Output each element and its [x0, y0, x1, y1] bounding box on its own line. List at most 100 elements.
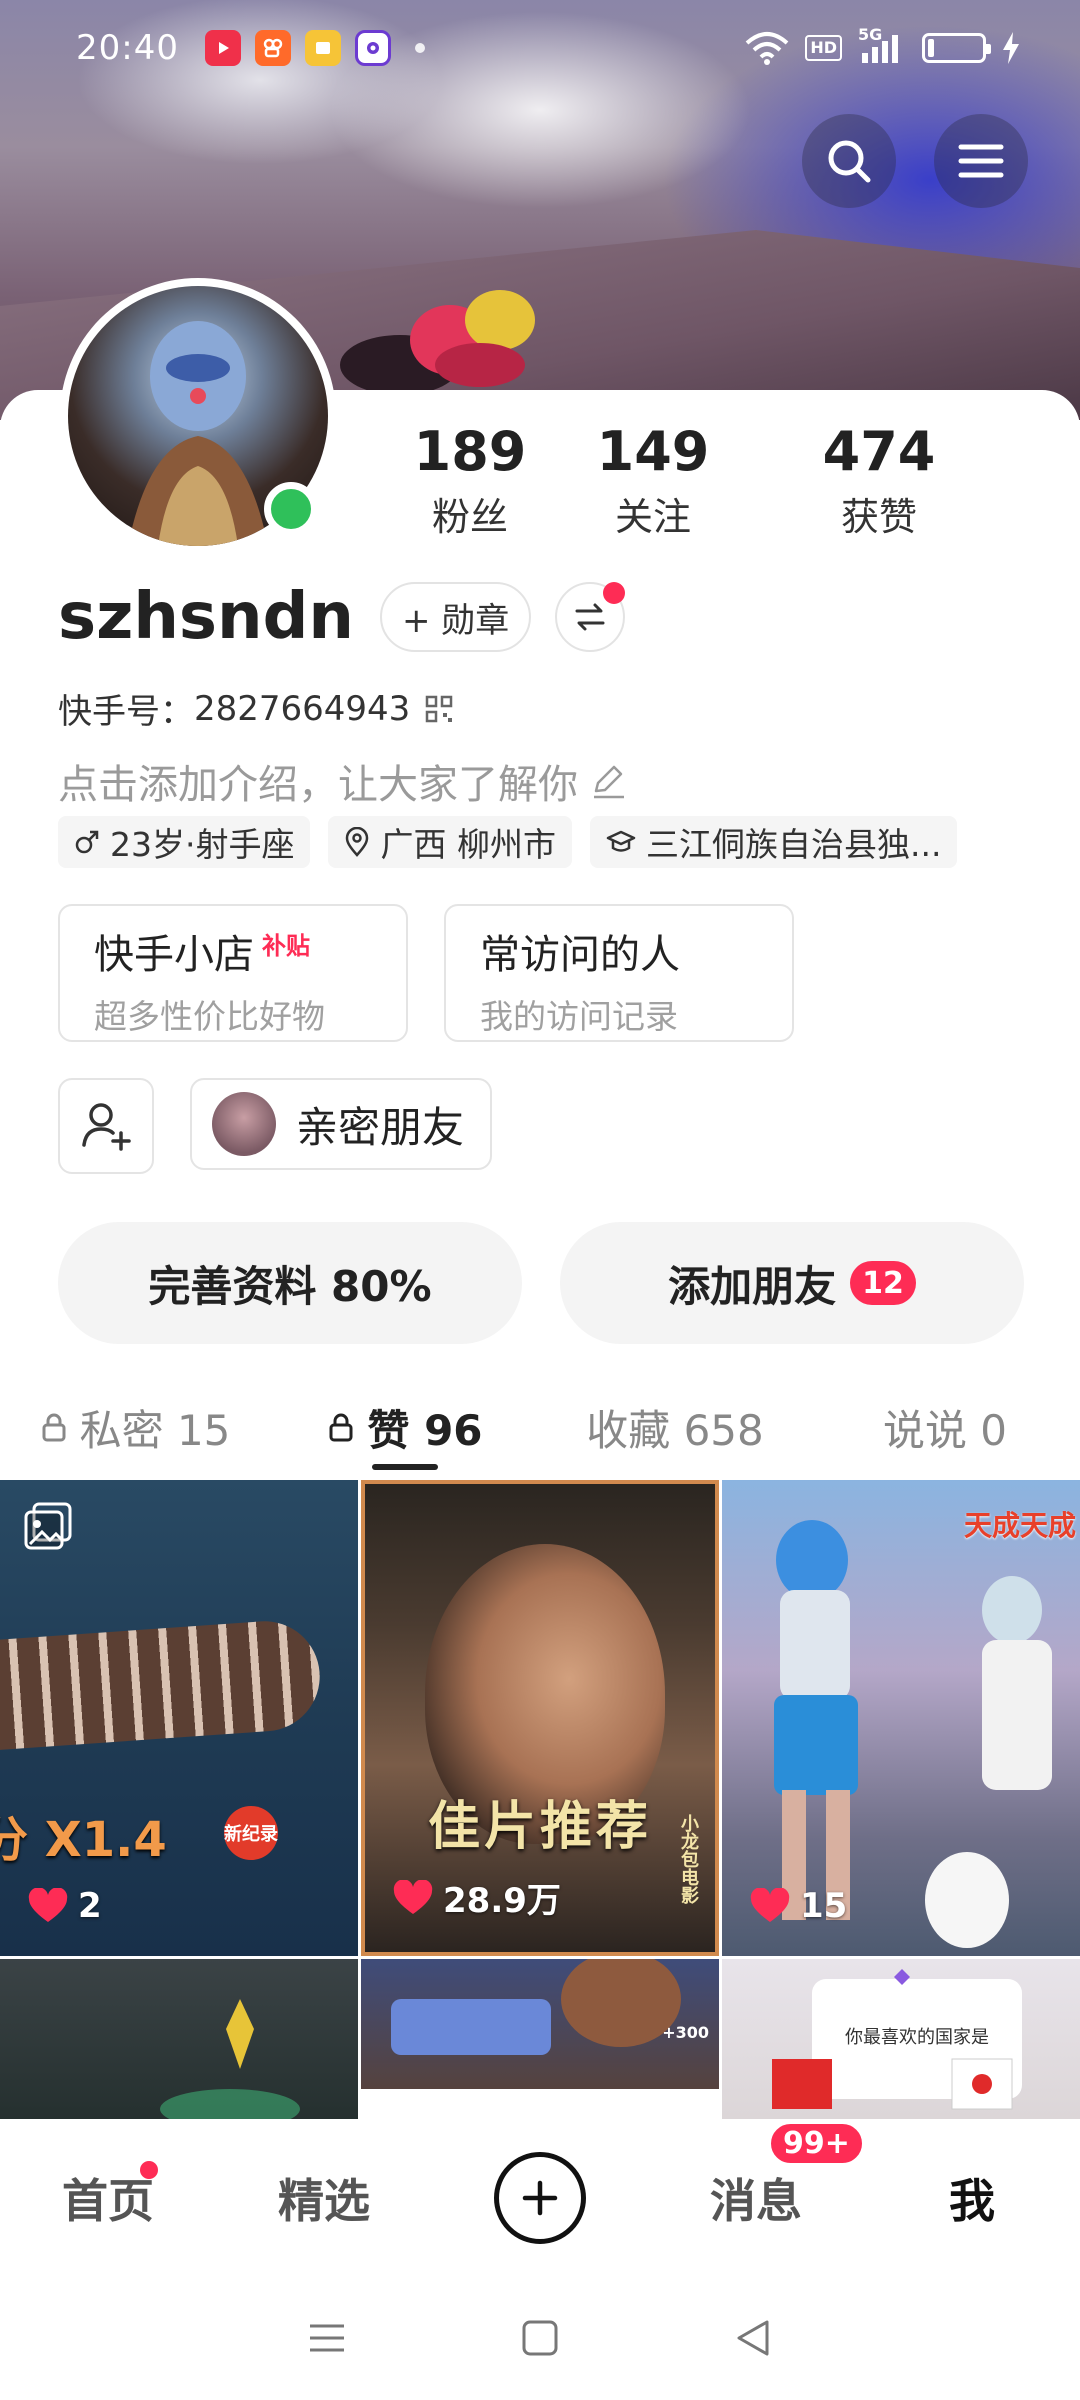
stat-likes[interactable]: 474 获赞 — [766, 420, 992, 541]
tab-moments[interactable]: 说说 0 — [810, 1382, 1080, 1472]
complete-profile-label: 完善资料 80% — [148, 1261, 432, 1311]
stat-value: 189 — [413, 420, 527, 483]
video-thumbnail[interactable]: 佳片推荐 小龙包电影 28.9万 — [361, 1480, 719, 1956]
school-icon — [606, 830, 636, 852]
status-time: 20:40 — [76, 28, 179, 68]
nav-featured[interactable]: 精选 — [216, 2165, 432, 2231]
cover-character-figure — [340, 290, 535, 395]
video-thumbnail[interactable]: 你最喜欢的国家是 — [722, 1959, 1080, 2119]
subsidy-tag: 补贴 — [262, 931, 310, 960]
menu-icon — [958, 144, 1004, 178]
crystal-graphic — [160, 1999, 300, 2119]
stat-label: 关注 — [614, 495, 691, 539]
friend-request-badge: 12 — [850, 1261, 916, 1305]
search-icon — [828, 140, 871, 183]
add-badge-button[interactable]: + 勋章 — [379, 582, 532, 652]
close-friends-label: 亲密朋友 — [296, 1102, 465, 1152]
tab-liked[interactable]: 赞 96 — [270, 1382, 540, 1472]
like-value: 15 — [800, 1886, 848, 1926]
create-button[interactable] — [494, 2152, 586, 2244]
stat-label: 获赞 — [840, 495, 917, 539]
recent-apps-icon[interactable] — [307, 2318, 347, 2358]
video-thumbnail[interactable]: +300 — [361, 1959, 719, 2119]
kuaishou-shop-card[interactable]: 快手小店 补贴 超多性价比好物 — [58, 904, 408, 1042]
stat-following[interactable]: 149 关注 — [540, 420, 766, 541]
hd-badge: HD — [805, 35, 842, 61]
video-thumbnail[interactable]: 分 X1.4 新纪录 2 — [0, 1480, 358, 1956]
close-friends-button[interactable]: 亲密朋友 — [190, 1078, 493, 1170]
user-id-row[interactable]: 快手号： 2827664943 — [58, 684, 454, 733]
heart-icon — [750, 1888, 790, 1922]
add-friends-button[interactable]: 添加朋友 12 — [560, 1222, 1024, 1344]
lock-icon — [42, 1413, 66, 1442]
flag-icons — [772, 1969, 1013, 2110]
home-notification-dot — [140, 2161, 158, 2179]
status-bar: 20:40 HD 5G — [0, 0, 1080, 96]
content-tabs: 私密 15 赞 96 收藏 658 说说 0 — [0, 1382, 1080, 1472]
like-count: 15 — [750, 1886, 847, 1926]
record-sticker: 新纪录 — [224, 1806, 278, 1860]
like-value: 28.9万 — [443, 1881, 561, 1921]
nav-home[interactable]: 首页 — [0, 2161, 216, 2231]
name-row: szhsndn + 勋章 — [58, 580, 626, 654]
video-thumbnail[interactable]: 天成天成 15 — [722, 1480, 1080, 1956]
browser-icon — [354, 30, 391, 66]
menu-button[interactable] — [934, 114, 1028, 208]
nav-create[interactable] — [432, 2152, 648, 2244]
side-caption: 小龙包电影 — [678, 1814, 699, 1904]
frequent-visitors-card[interactable]: 常访问的人 我的访问记录 — [444, 904, 794, 1042]
stat-label: 粉丝 — [431, 495, 508, 539]
system-navigation-bar — [0, 2276, 1080, 2400]
add-user-icon — [82, 1103, 131, 1151]
complete-profile-button[interactable]: 完善资料 80% — [58, 1222, 522, 1344]
tab-label: 私密 15 — [79, 1405, 231, 1455]
nav-messages[interactable]: 消息 99+ — [648, 2121, 865, 2231]
add-user-button[interactable] — [58, 1078, 154, 1174]
home-icon[interactable] — [520, 2318, 560, 2358]
tag-location[interactable]: 广西 柳州市 — [328, 816, 572, 868]
video-grid: 分 X1.4 新纪录 2 佳片推荐 小龙包电影 28.9万 天成天成 15 +3… — [0, 1480, 1080, 2119]
like-count: 2 — [28, 1886, 102, 1926]
tag-text: 广西 柳州市 — [380, 825, 556, 864]
multi-image-icon — [24, 1502, 72, 1550]
tab-label: 说说 0 — [882, 1405, 1008, 1455]
video-thumbnail[interactable] — [0, 1959, 358, 2119]
lock-icon — [329, 1413, 353, 1442]
tab-private[interactable]: 私密 15 — [0, 1382, 270, 1472]
more-notifications-dot — [414, 43, 425, 53]
bottom-navigation: 首页 精选 消息 99+ 我 — [0, 2120, 1080, 2276]
tag-text: 23岁·射手座 — [110, 825, 295, 864]
tag-age-zodiac[interactable]: 23岁·射手座 — [58, 816, 311, 868]
tab-favorites[interactable]: 收藏 658 — [540, 1382, 810, 1472]
battery-icon — [922, 33, 991, 63]
qr-code-icon[interactable] — [424, 694, 454, 724]
stat-followers[interactable]: 189 粉丝 — [400, 420, 540, 541]
switch-account-button[interactable] — [555, 582, 626, 652]
like-count: 28.9万 — [393, 1873, 561, 1922]
action-buttons: 完善资料 80% 添加朋友 12 — [58, 1222, 1024, 1344]
shop-subtitle: 超多性价比好物 — [94, 997, 325, 1036]
plus-icon — [522, 2180, 558, 2216]
bonus-text: +300 — [662, 2023, 709, 2042]
swap-icon — [575, 603, 605, 631]
profile-stats: 189 粉丝 149 关注 474 获赞 — [400, 420, 1050, 541]
back-icon[interactable] — [733, 2318, 773, 2358]
nav-me[interactable]: 我 — [864, 2165, 1080, 2231]
signal-icon — [862, 35, 898, 63]
wifi-icon — [745, 32, 789, 65]
intro-row[interactable]: 点击添加介绍，让大家了解你 — [58, 752, 628, 810]
tab-label: 收藏 658 — [586, 1405, 764, 1455]
male-icon — [75, 830, 99, 854]
nav-label: 消息 — [710, 2174, 802, 2228]
visitors-title: 常访问的人 — [480, 932, 680, 978]
promo-text: 佳片推荐 — [427, 1797, 652, 1857]
search-button[interactable] — [802, 114, 896, 208]
shop-title: 快手小店 — [94, 932, 254, 978]
friends-row: 亲密朋友 — [58, 1078, 493, 1174]
tag-text: 三江侗族自治县独... — [645, 825, 942, 864]
tag-school[interactable]: 三江侗族自治县独... — [589, 816, 958, 868]
user-id-label: 快手号： — [58, 692, 194, 732]
signal-indicator: 5G — [858, 25, 906, 65]
edit-icon — [594, 765, 624, 799]
status-right: HD 5G — [745, 25, 1020, 65]
